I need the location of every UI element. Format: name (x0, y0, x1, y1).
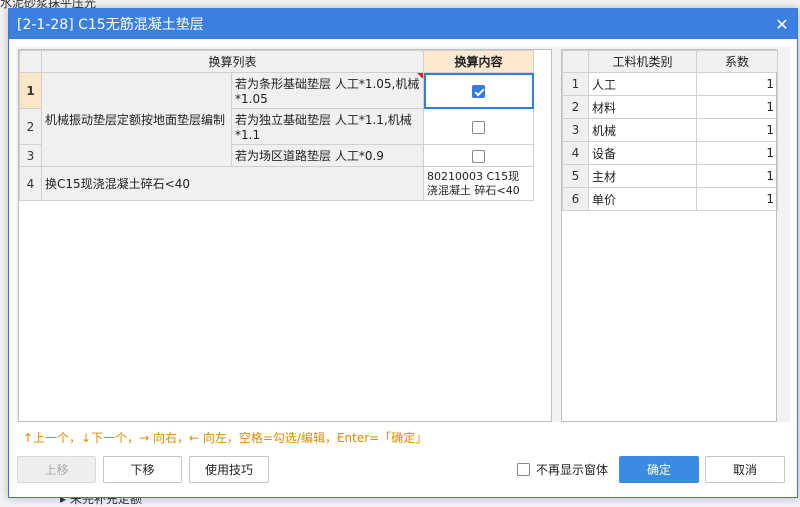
dont-show-checkbox[interactable] (517, 463, 530, 476)
checkbox-unchecked[interactable] (472, 149, 486, 163)
category-cell[interactable]: 主材 (588, 164, 697, 188)
row-number[interactable]: 6 (562, 187, 589, 211)
checkbox-unchecked[interactable] (472, 120, 486, 134)
coefficient-cell[interactable]: 1 (696, 95, 778, 119)
row-number[interactable]: 3 (562, 118, 589, 142)
comment-marker (417, 73, 424, 79)
conversion-item-text: 若为条形基础垫层 人工*1.05,机械*1.05 (235, 77, 420, 106)
usage-tips-button[interactable]: 使用技巧 (189, 456, 269, 483)
category-cell[interactable]: 人工 (588, 72, 697, 96)
replacement-item[interactable]: 换C15现浇混凝土碎石<40 (40, 166, 425, 201)
conversion-dialog: [2-1-28] C15无筋混凝土垫层 ✕ 换算列表 换算内容 1 机械振动垫层… (8, 8, 798, 498)
dont-show-again-option[interactable]: 不再显示窗体 (517, 461, 608, 478)
coefficient-cell[interactable]: 1 (696, 164, 778, 188)
header-category: 工料机类别 (588, 50, 697, 73)
conversion-item[interactable]: 若为独立基础垫层 人工*1.1,机械*1.1 (230, 108, 425, 145)
close-icon[interactable]: ✕ (767, 9, 797, 39)
dialog-titlebar: [2-1-28] C15无筋混凝土垫层 ✕ (9, 9, 797, 39)
coefficient-cell[interactable]: 1 (696, 118, 778, 142)
row-number[interactable]: 3 (19, 144, 42, 167)
category-cell[interactable]: 单价 (588, 187, 697, 211)
replacement-content[interactable]: 80210003 C15现浇混凝土 碎石<40 (423, 166, 535, 201)
category-cell[interactable]: 设备 (588, 141, 697, 165)
dont-show-label: 不再显示窗体 (536, 463, 609, 477)
dialog-footer: 上移 下移 使用技巧 不再显示窗体 确定 取消 (9, 456, 797, 490)
conversion-item[interactable]: 若为条形基础垫层 人工*1.05,机械*1.05 (230, 72, 425, 109)
row-number[interactable]: 2 (562, 95, 589, 119)
cancel-button[interactable]: 取消 (705, 456, 785, 483)
coefficient-grid: 工料机类别 系数 1 人工 1 2 材料 1 3 机械 1 4 设备 1 5 主… (561, 49, 778, 422)
grid-corner (562, 50, 589, 73)
ok-button[interactable]: 确定 (619, 456, 699, 483)
conversion-list-grid: 换算列表 换算内容 1 机械振动垫层定额按地面垫层编制 若为条形基础垫层 人工*… (18, 49, 552, 422)
conversion-item[interactable]: 若为场区道路垫层 人工*0.9 (230, 144, 425, 167)
move-down-button[interactable]: 下移 (103, 456, 182, 483)
keyboard-hint: ↑上一个，↓下一个，→ 向右，← 向左，空格=勾选/编辑，Enter=「确定」 (23, 431, 428, 445)
category-cell[interactable]: 材料 (588, 95, 697, 119)
conversion-item-text: 若为场区道路垫层 人工*0.9 (235, 149, 384, 163)
row-number[interactable]: 2 (19, 108, 42, 145)
row-number[interactable]: 1 (19, 72, 42, 109)
conversion-checkbox-cell[interactable] (423, 108, 535, 145)
row-number[interactable]: 1 (562, 72, 589, 96)
header-coefficient: 系数 (696, 50, 778, 73)
coefficient-cell[interactable]: 1 (696, 187, 778, 211)
dialog-title: [2-1-28] C15无筋混凝土垫层 (17, 17, 204, 33)
conversion-item-text: 若为独立基础垫层 人工*1.1,机械*1.1 (235, 113, 412, 142)
conversion-checkbox-cell[interactable] (423, 144, 535, 167)
checkbox-checked[interactable] (472, 84, 486, 98)
coefficient-cell[interactable]: 1 (696, 141, 778, 165)
group-label: 机械振动垫层定额按地面垫层编制 (41, 72, 232, 167)
grid-corner (19, 50, 42, 73)
header-conversion-list: 换算列表 (40, 50, 425, 73)
header-conversion-content: 换算内容 (423, 50, 535, 73)
row-number[interactable]: 5 (562, 164, 589, 188)
dialog-body: 换算列表 换算内容 1 机械振动垫层定额按地面垫层编制 若为条形基础垫层 人工*… (16, 47, 790, 422)
move-up-button[interactable]: 上移 (17, 456, 96, 483)
conversion-checkbox-cell[interactable] (423, 72, 535, 109)
row-number[interactable]: 4 (562, 141, 589, 165)
coefficient-cell[interactable]: 1 (696, 72, 778, 96)
row-number[interactable]: 4 (19, 166, 42, 201)
category-cell[interactable]: 机械 (588, 118, 697, 142)
